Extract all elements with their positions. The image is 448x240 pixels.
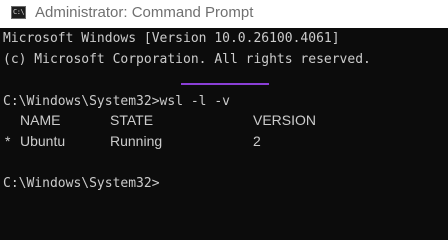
banner-copyright-line: (c) Microsoft Corporation. All rights re… <box>3 52 371 67</box>
default-marker: * <box>5 133 11 149</box>
column-header-version: VERSION <box>253 112 317 128</box>
column-header-name: NAME <box>20 112 61 128</box>
window-title: Administrator: Command Prompt <box>35 4 254 21</box>
command-highlight-underline <box>181 83 269 85</box>
column-header-state: STATE <box>110 112 154 128</box>
distro-name: Ubuntu <box>20 133 66 149</box>
distro-state: Running <box>110 133 163 149</box>
prompt-line-2: C:\Windows\System32> <box>3 176 160 191</box>
console-output[interactable]: Microsoft Windows [Version 10.0.26100.40… <box>0 28 448 209</box>
command-prompt-window: C:\ Administrator: Command Prompt Micros… <box>0 0 448 209</box>
prompt-glyph: C:\ <box>13 8 25 16</box>
title-bar[interactable]: C:\ Administrator: Command Prompt <box>0 0 448 28</box>
banner-version-line: Microsoft Windows [Version 10.0.26100.40… <box>3 31 340 46</box>
distro-version: 2 <box>253 133 261 149</box>
command-text: wsl -l -v <box>159 94 230 109</box>
command-prompt-icon: C:\ <box>11 6 26 19</box>
prompt-line-1: C:\Windows\System32>wsl -l -v <box>3 94 230 110</box>
prompt-path: C:\Windows\System32> <box>3 94 160 109</box>
